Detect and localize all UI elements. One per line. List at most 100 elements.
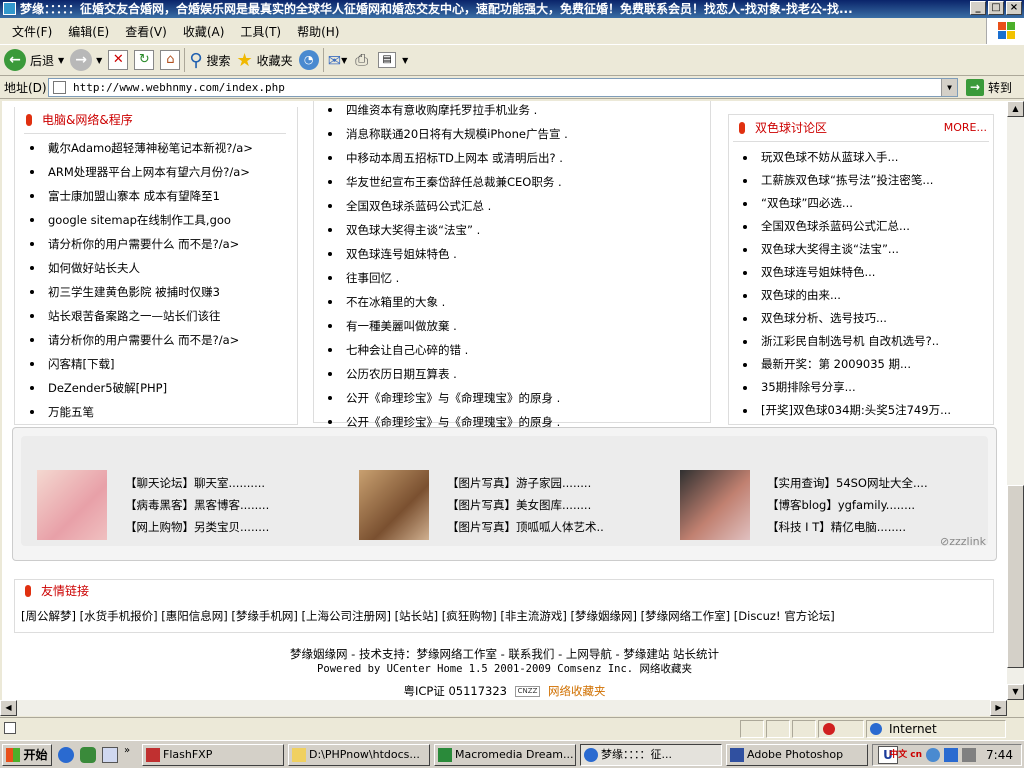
menu-edit[interactable]: 编辑(E) [60,23,117,40]
task-photoshop[interactable]: Adobe Photoshop [726,744,868,766]
edit-icon[interactable]: ▤ [378,52,397,68]
list-item[interactable]: 站长艰苦备案路之一—站长们该往 [16,304,296,328]
history-icon[interactable]: ◔ [298,50,319,70]
ime-indicator[interactable]: 中文 cn [889,750,922,760]
list-item[interactable]: 35期排除号分享... [729,376,993,399]
list-item[interactable]: “双色球”四必选... [729,192,993,215]
list-item[interactable]: 闪客精[下载] [16,352,296,376]
list-item[interactable]: [开奖]双色球034期:头奖5注749万... [729,399,993,422]
list-item[interactable]: 初三学生建黄色影院 被捕时仅赚3 [16,280,296,304]
menu-file[interactable]: 文件(F) [4,23,60,40]
ad-link[interactable]: 【病毒黑客】黑客博客........ [125,494,269,516]
list-item[interactable]: ARM处理器平台上网本有望六月份?/a> [16,160,296,184]
address-input[interactable]: http://www.webhnmy.com/index.php ▼ [48,78,958,97]
back-dropdown-icon[interactable]: ▼ [58,56,64,65]
forward-dropdown-icon[interactable]: ▼ [96,56,102,65]
volume-icon[interactable] [962,748,977,762]
footer-links[interactable]: 梦缘姻缘网 - 技术支持：梦缘网络工作室 - 联系我们 - 上网导航 - 梦缘建… [2,646,1007,662]
task-dreamweaver[interactable]: Macromedia Dream... [434,744,576,766]
close-button[interactable]: × [1006,1,1022,15]
list-item[interactable]: 工薪族双色球“拣号法”投注密笺... [729,169,993,192]
list-item[interactable]: 请分析你的用户需要什么 而不是?/a> [16,328,296,352]
menu-view[interactable]: 查看(V) [117,23,175,40]
home-icon[interactable]: ⌂ [160,50,181,70]
zzzlink-brand[interactable]: ⊘zzzlink [940,535,986,548]
list-item[interactable]: 请分析你的用户需要什么 而不是?/a> [16,232,296,256]
minimize-button[interactable]: _ [970,1,986,15]
ad-photo-3[interactable] [680,470,750,540]
list-item[interactable]: 消息称联通20日将有大规模iPhone广告宣 . [314,122,710,146]
menu-help[interactable]: 帮助(H) [289,23,347,40]
ie-quicklaunch-icon[interactable] [58,747,74,763]
ad-link[interactable]: 【博客blog】ygfamily........ [767,494,928,516]
ad-link[interactable]: 【实用查询】54SO网址大全.... [767,472,928,494]
task-flashfxp[interactable]: FlashFXP [142,744,284,766]
quicklaunch-more-icon[interactable]: » [124,745,130,756]
ad-link[interactable]: 【图片写真】美女图库........ [447,494,604,516]
menu-favorites[interactable]: 收藏(A) [175,23,233,40]
ad-link[interactable]: 【网上购物】另类宝贝........ [125,516,269,538]
list-item[interactable]: 双色球连号姐妹特色 . [314,242,710,266]
ad-link[interactable]: 【图片写真】顶呱呱人体艺术.. [447,516,604,538]
search-button[interactable]: ⚲ 搜索 [189,47,230,73]
cnzz-stat-icon[interactable]: CNZZ [514,686,541,697]
list-item[interactable]: 公开《命理珍宝》与《命理瑰宝》的原身 . [314,386,710,410]
scroll-down-icon[interactable]: ▼ [1007,684,1024,700]
list-item[interactable]: 最新开奖：第 2009035 期... [729,353,993,376]
list-item[interactable]: google sitemap在线制作工具,goo [16,208,296,232]
list-item[interactable]: 万能五笔 [16,400,296,424]
list-item[interactable]: 双色球大奖得主谈“法宝” . [314,218,710,242]
network-icon[interactable] [944,748,959,762]
task-explorer[interactable]: D:\PHPnow\htdocs... [288,744,430,766]
fav-link[interactable]: 网络收藏夹 [548,684,606,698]
list-item[interactable]: 不在冰箱里的大象 . [314,290,710,314]
ad-link[interactable]: 【科技 I T】精亿电脑........ [767,516,928,538]
print-icon[interactable]: ⎙ [355,50,368,70]
go-button[interactable]: → 转到 [966,79,1012,96]
list-item[interactable]: 玩双色球不妨从蓝球入手... [729,146,993,169]
list-item[interactable]: 公历农历日期互算表 . [314,362,710,386]
popup-blocked-icon[interactable] [818,720,864,738]
stop-icon[interactable]: ✕ [108,50,129,70]
friend-links[interactable]: [周公解梦] [水货手机报价] [惠阳信息网] [梦缘手机网] [上海公司注册网… [21,608,987,624]
back-button[interactable]: ← 后退 ▼ [4,47,64,73]
list-item[interactable]: 有一種美麗叫做放棄 . [314,314,710,338]
tray-icon[interactable] [926,748,941,762]
forward-button[interactable]: → ▼ [70,47,102,73]
task-ie-active[interactable]: 梦缘：：：：征... [580,744,722,766]
horizontal-scrollbar[interactable]: ◀ ▶ [0,700,1007,716]
vertical-scrollbar[interactable]: ▲ ▼ [1007,101,1024,700]
favorites-button[interactable]: ★ 收藏夹 [237,47,293,73]
list-item[interactable]: 全国双色球杀蓝码公式汇总... [729,215,993,238]
start-button[interactable]: 开始 [2,743,52,766]
list-item[interactable]: 双色球连号姐妹特色... [729,261,993,284]
scroll-right-icon[interactable]: ▶ [990,700,1007,716]
list-item[interactable]: 富士康加盟山寨本 成本有望降至1 [16,184,296,208]
show-desktop-icon[interactable] [102,747,118,763]
clock[interactable]: 7:44 [986,748,1013,762]
list-item[interactable]: 双色球大奖得主谈“法宝”... [729,238,993,261]
list-item[interactable]: 四维资本有意收购摩托罗拉手机业务 . [314,101,710,122]
list-item[interactable]: 双色球的由来... [729,284,993,307]
scroll-thumb[interactable] [1007,485,1024,668]
menu-tools[interactable]: 工具(T) [232,23,289,40]
edit-dropdown-icon[interactable]: ▼ [402,56,408,65]
ad-photo-1[interactable] [37,470,107,540]
quicklaunch-icon[interactable] [80,747,96,763]
ad-link[interactable]: 【图片写真】游子家园........ [447,472,604,494]
list-item[interactable]: 戴尔Adamo超轻薄神秘笔记本新视?/a> [16,136,296,160]
list-item[interactable]: 七种会让自己心碎的错 . [314,338,710,362]
list-item[interactable]: 全国双色球杀蓝码公式汇总 . [314,194,710,218]
list-item[interactable]: 中移动本周五招标TD上网本 或清明后出? . [314,146,710,170]
list-item[interactable]: 如何做好站长夫人 [16,256,296,280]
list-item[interactable]: 浙江彩民自制选号机 自改机选号?.. [729,330,993,353]
maximize-button[interactable]: □ [988,1,1004,15]
ad-link[interactable]: 【聊天论坛】聊天室.......... [125,472,269,494]
scroll-left-icon[interactable]: ◀ [0,700,17,716]
list-item[interactable]: 双色球分析、选号技巧... [729,307,993,330]
address-dropdown-icon[interactable]: ▼ [941,79,957,96]
scroll-up-icon[interactable]: ▲ [1007,101,1024,117]
security-zone[interactable]: Internet [866,720,1006,738]
list-item[interactable]: DeZender5破解[PHP] [16,376,296,400]
refresh-icon[interactable]: ↻ [134,50,155,70]
